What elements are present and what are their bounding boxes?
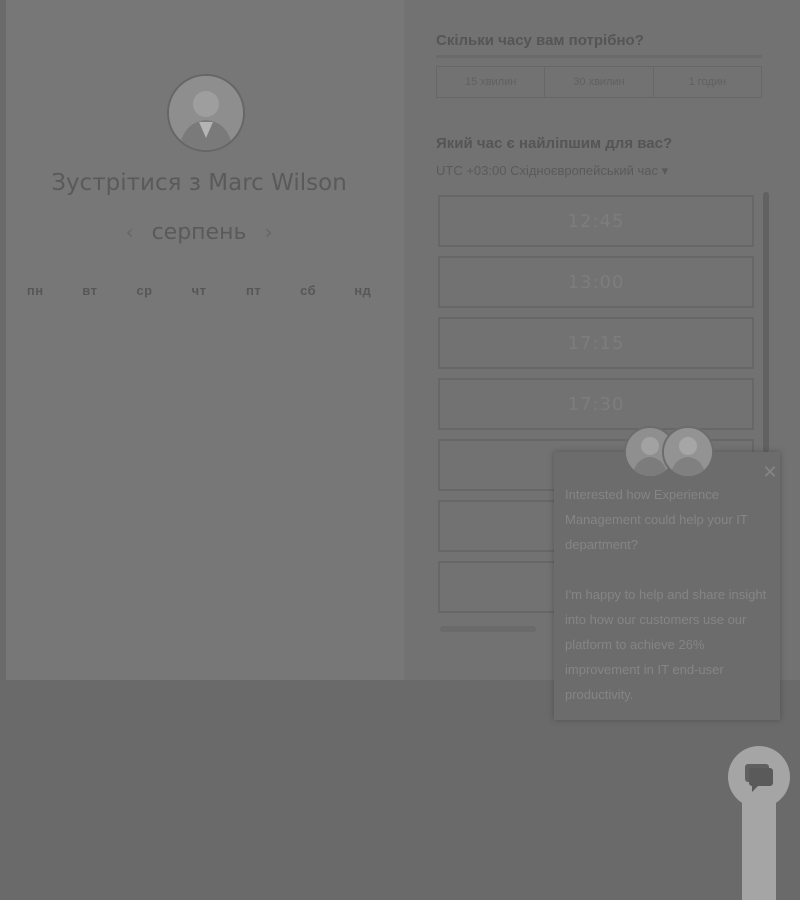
duration-question: Скільки часу вам потрібно? — [436, 32, 644, 49]
timezone-dropdown[interactable]: UTC +03:00 Східноєвропейський час ▾ — [436, 163, 668, 179]
duration-option-60[interactable]: 1 годин — [654, 67, 761, 97]
calendar-day[interactable] — [172, 362, 227, 418]
calendar-day[interactable] — [226, 362, 281, 418]
chat-message: Interested how Experience Management cou… — [565, 482, 771, 732]
time-question: Який час є найліпшим для вас? — [436, 135, 673, 152]
month-navigation: ‹ серпень › — [0, 220, 398, 250]
calendar-day[interactable] — [117, 474, 172, 530]
time-slot-button[interactable]: 17:30 — [438, 378, 754, 430]
calendar-day[interactable] — [335, 306, 390, 362]
calendar-day[interactable] — [172, 306, 227, 362]
calendar-day[interactable] — [8, 306, 63, 362]
weekday-label: ср — [136, 283, 153, 298]
calendar-day[interactable] — [226, 530, 281, 586]
prev-month-button[interactable]: ‹ — [115, 220, 145, 244]
calendar-day[interactable] — [117, 530, 172, 586]
calendar-day[interactable] — [63, 474, 118, 530]
agent-avatar-icon — [662, 426, 714, 478]
calendar-day[interactable] — [8, 362, 63, 418]
time-slot-button[interactable]: 17:15 — [438, 317, 754, 369]
chat-message-paragraph: I'm happy to help and share insight into… — [565, 587, 767, 702]
calendar-day[interactable] — [335, 418, 390, 474]
calendar-day[interactable] — [63, 362, 118, 418]
time-slot-button[interactable]: 12:45 — [438, 195, 754, 247]
close-icon[interactable]: ✕ — [760, 462, 780, 482]
calendar-day[interactable] — [226, 306, 281, 362]
calendar-day[interactable] — [335, 530, 390, 586]
calendar-day[interactable] — [281, 474, 336, 530]
month-label: серпень — [151, 220, 247, 245]
weekday-header: пн вт ср чт пт сб нд — [8, 283, 390, 298]
calendar-day[interactable] — [117, 362, 172, 418]
calendar-day[interactable] — [8, 418, 63, 474]
calendar-week-row — [8, 362, 390, 418]
weekday-label: вт — [82, 283, 98, 298]
calendar-day[interactable] — [172, 418, 227, 474]
chat-message-paragraph: Interested how Experience Management cou… — [565, 487, 748, 552]
next-month-button[interactable]: › — [253, 220, 283, 244]
weekday-label: пн — [26, 283, 44, 298]
duration-option-30[interactable]: 30 хвилин — [545, 67, 654, 97]
calendar-day[interactable] — [63, 530, 118, 586]
calendar-day[interactable] — [172, 530, 227, 586]
person-avatar-icon — [169, 76, 243, 150]
calendar-day[interactable] — [226, 474, 281, 530]
calendar-week-row — [8, 474, 390, 530]
calendar-day[interactable] — [63, 306, 118, 362]
calendar-day[interactable] — [117, 418, 172, 474]
calendar-day[interactable] — [281, 306, 336, 362]
calendar-day[interactable] — [117, 306, 172, 362]
calendar-day[interactable] — [63, 418, 118, 474]
weekday-label: чт — [191, 283, 207, 298]
section-divider — [436, 55, 762, 58]
weekday-label: сб — [300, 283, 317, 298]
calendar-day[interactable] — [281, 418, 336, 474]
calendar-day[interactable] — [8, 530, 63, 586]
calendar-week-row — [8, 306, 390, 362]
host-avatar — [167, 74, 245, 152]
time-slot-button[interactable]: 13:00 — [438, 256, 754, 308]
duration-option-15[interactable]: 15 хвилин — [437, 67, 546, 97]
scrollbar-thumb[interactable] — [763, 192, 769, 452]
weekday-label: пт — [245, 283, 262, 298]
calendar-week-row — [8, 530, 390, 586]
calendar-week-row — [8, 418, 390, 474]
chat-bubble-icon — [745, 764, 773, 792]
calendar-day[interactable] — [281, 362, 336, 418]
chat-agent-avatars — [624, 426, 714, 478]
calendar-day[interactable] — [172, 474, 227, 530]
calendar-day[interactable] — [335, 362, 390, 418]
host-title: Зустрітися з Marc Wilson — [51, 170, 347, 196]
calendar-day[interactable] — [335, 474, 390, 530]
duration-selector: 15 хвилин 30 хвилин 1 годин — [436, 66, 762, 98]
calendar-day[interactable] — [281, 530, 336, 586]
weekday-label: нд — [354, 283, 372, 298]
calendar-day[interactable] — [8, 474, 63, 530]
person-avatar-icon — [664, 428, 712, 476]
calendar-grid — [8, 306, 390, 586]
horizontal-scrollbar[interactable] — [440, 626, 536, 632]
calendar-day[interactable] — [226, 418, 281, 474]
chat-launcher-button[interactable] — [728, 746, 790, 808]
